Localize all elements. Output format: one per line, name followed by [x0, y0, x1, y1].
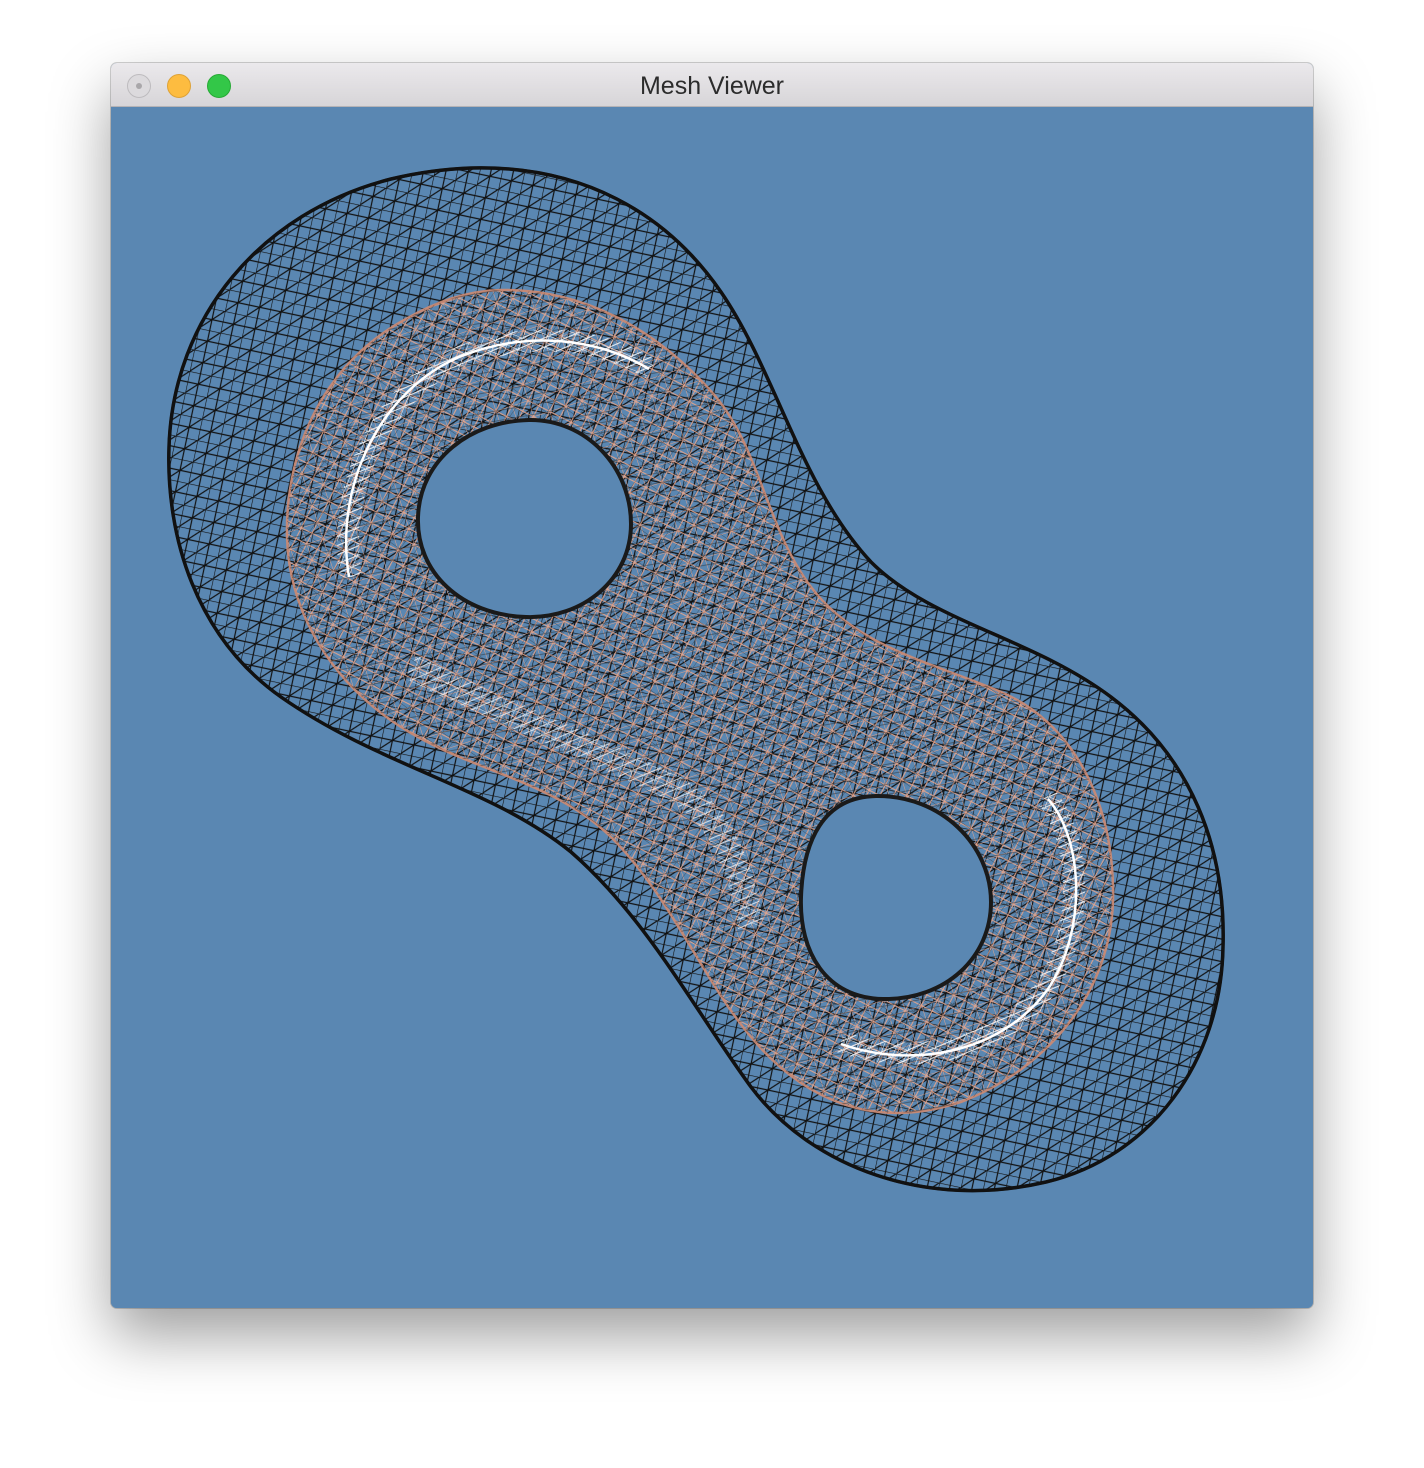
window-title: Mesh Viewer [639, 72, 785, 100]
title-bar[interactable]: Mesh Viewer [111, 63, 1313, 107]
mesh-wireframe-render [167, 166, 1225, 1193]
mesh-viewer-window: Mesh Viewer [111, 63, 1313, 1308]
upper-hole-rim [415, 417, 634, 620]
render-viewport[interactable] [111, 107, 1313, 1308]
